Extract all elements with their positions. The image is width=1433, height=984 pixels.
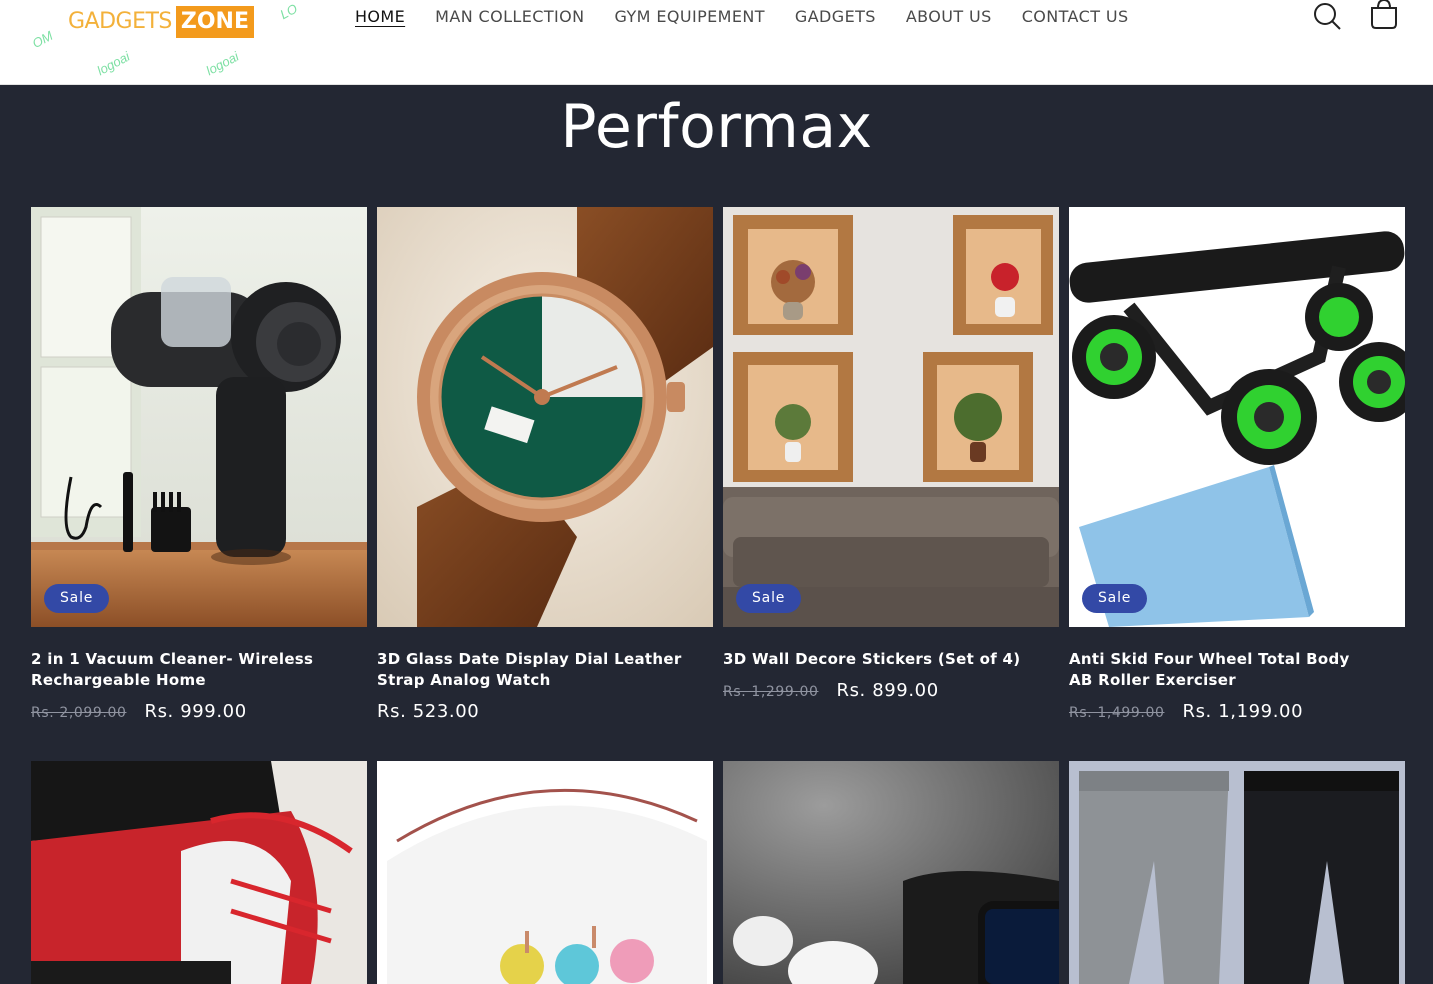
regular-price: Rs. 1,299.00 [723, 684, 819, 700]
regular-price: Rs. 1,499.00 [1069, 705, 1165, 721]
product-title[interactable]: Anti Skid Four Wheel Total Body AB Rolle… [1069, 649, 1405, 691]
nav-contact-us[interactable]: CONTACT US [1022, 6, 1129, 28]
product-title[interactable]: 3D Wall Decore Stickers (Set of 4) [723, 649, 1059, 670]
sale-price: Rs. 899.00 [836, 680, 939, 701]
logo[interactable]: OM logoai logoai LO GADGETS ZONE [30, 0, 300, 80]
nav-gym-equipement[interactable]: GYM EQUIPEMENT [614, 6, 764, 28]
product-grid: Sale 2 in 1 Vacuum Cleaner- Wireless Rec… [31, 207, 1405, 761]
main-nav: HOME MAN COLLECTION GYM EQUIPEMENT GADGE… [355, 6, 1129, 28]
price-row: Rs. 523.00 [377, 701, 713, 722]
price-row: Rs. 2,099.00 Rs. 999.00 [31, 701, 367, 722]
price: Rs. 523.00 [377, 701, 480, 722]
product-card[interactable] [1069, 761, 1405, 984]
product-image-smartwatch[interactable] [723, 761, 1059, 984]
price-row: Rs. 1,299.00 Rs. 899.00 [723, 680, 1059, 701]
cart-icon[interactable] [1368, 0, 1400, 32]
nav-about-us[interactable]: ABOUT US [906, 6, 992, 28]
product-image-watch[interactable] [377, 207, 713, 627]
nav-home[interactable]: HOME [355, 6, 405, 28]
logo-watermark: logoai [203, 48, 242, 79]
sale-badge: Sale [44, 584, 110, 613]
nav-gadgets[interactable]: GADGETS [795, 6, 876, 28]
site-header: OM logoai logoai LO GADGETS ZONE HOME MA… [0, 0, 1433, 85]
product-card[interactable]: Sale Anti Skid Four Wheel Total Body AB … [1069, 207, 1405, 761]
product-image-ab-roller[interactable]: Sale [1069, 207, 1405, 627]
product-image-sneaker[interactable] [31, 761, 367, 984]
product-image-vacuum[interactable]: Sale [31, 207, 367, 627]
logo-word-gadgets: GADGETS [68, 6, 176, 38]
product-image-wall-decor[interactable]: Sale [723, 207, 1059, 627]
product-card[interactable]: 3D Glass Date Display Dial Leather Strap… [377, 207, 713, 761]
sale-badge: Sale [1082, 584, 1148, 613]
regular-price: Rs. 2,099.00 [31, 705, 127, 721]
logo-watermark: OM [29, 27, 56, 52]
sale-badge: Sale [736, 584, 802, 613]
search-icon[interactable] [1312, 0, 1344, 32]
nav-man-collection[interactable]: MAN COLLECTION [435, 6, 584, 28]
product-card[interactable] [723, 761, 1059, 984]
sale-price: Rs. 1,199.00 [1182, 701, 1304, 722]
logo-wordmark: GADGETS ZONE [68, 6, 254, 38]
logo-watermark: logoai [94, 48, 133, 79]
section-title: Performax [560, 92, 873, 162]
product-title[interactable]: 3D Glass Date Display Dial Leather Strap… [377, 649, 713, 691]
product-image-makeup-set[interactable] [377, 761, 713, 984]
logo-watermark: LO [277, 0, 300, 23]
logo-word-zone: ZONE [175, 6, 254, 38]
product-card[interactable] [377, 761, 713, 984]
product-card[interactable]: Sale 3D Wall Decore Stickers (Set of 4) … [723, 207, 1059, 761]
price-row: Rs. 1,499.00 Rs. 1,199.00 [1069, 701, 1405, 722]
sale-price: Rs. 999.00 [144, 701, 247, 722]
product-image-trousers[interactable] [1069, 761, 1405, 984]
product-title[interactable]: 2 in 1 Vacuum Cleaner- Wireless Recharge… [31, 649, 367, 691]
product-card[interactable] [31, 761, 367, 984]
product-grid-row-2 [31, 761, 1405, 984]
product-card[interactable]: Sale 2 in 1 Vacuum Cleaner- Wireless Rec… [31, 207, 367, 761]
